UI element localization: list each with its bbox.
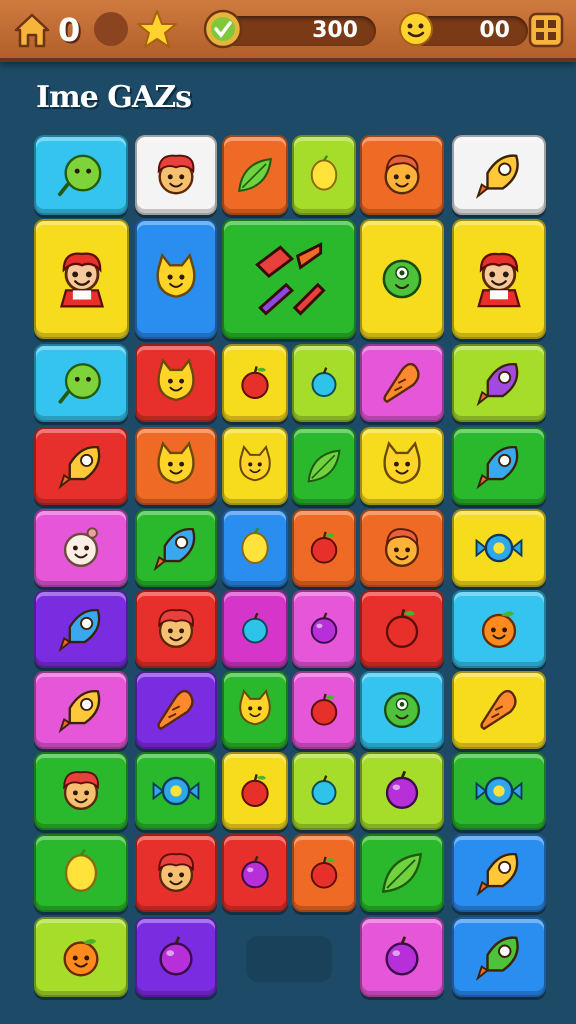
tile-yellow-cat-icon[interactable]	[135, 344, 217, 422]
tile-rocket-icon[interactable]	[452, 135, 546, 215]
tile-leaf-icon[interactable]	[292, 427, 356, 505]
tile-lime-fruit-icon[interactable]	[34, 344, 128, 422]
tile-red-creature-icon[interactable]	[34, 752, 128, 830]
tile-green-monster-icon[interactable]	[360, 671, 444, 749]
tile-apple-icon[interactable]	[360, 590, 444, 668]
tile-carrot-icon[interactable]	[135, 671, 217, 749]
tile-apple-icon[interactable]	[222, 344, 288, 422]
tile-orange-creature-icon[interactable]	[360, 509, 444, 587]
tile-tools-pack-icon[interactable]	[222, 219, 356, 339]
tile-cyan-berry-icon[interactable]	[292, 344, 356, 422]
tile-red-hero-icon[interactable]	[452, 219, 546, 339]
tile-yellow-cat-icon[interactable]	[135, 219, 217, 339]
tile-apple-icon[interactable]	[292, 671, 356, 749]
tile-purple-berry-icon[interactable]	[135, 917, 217, 997]
tile-candy-icon[interactable]	[452, 509, 546, 587]
tile-yellow-cat-icon[interactable]	[135, 427, 217, 505]
tile-purple-berry-icon[interactable]	[360, 917, 444, 997]
tile-white-bun-icon[interactable]	[34, 509, 128, 587]
tile-rocket-icon[interactable]	[452, 834, 546, 912]
tile-blue-rocket-icon[interactable]	[452, 427, 546, 505]
tile-candy-icon[interactable]	[452, 752, 546, 830]
tile-purple-berry-icon[interactable]	[360, 752, 444, 830]
tile-purple-berry-icon[interactable]	[292, 590, 356, 668]
tile-leaf-icon[interactable]	[360, 834, 444, 912]
tile-apple-icon[interactable]	[292, 509, 356, 587]
tile-lemon-icon[interactable]	[34, 834, 128, 912]
tile-purple-berry-icon[interactable]	[222, 834, 288, 912]
tile-blue-rocket-icon[interactable]	[135, 509, 217, 587]
empty-cell-shadow	[246, 936, 332, 982]
tile-lemon-icon[interactable]	[292, 135, 356, 215]
tile-yellow-cat-icon[interactable]	[222, 427, 288, 505]
tile-red-creature-icon[interactable]	[135, 135, 217, 215]
tile-red-creature-icon[interactable]	[135, 834, 217, 912]
tile-purple-rocket-icon[interactable]	[452, 344, 546, 422]
tile-lemon-icon[interactable]	[222, 509, 288, 587]
tile-carrot-icon[interactable]	[360, 344, 444, 422]
tile-yellow-cat-icon[interactable]	[222, 671, 288, 749]
tile-cyan-berry-icon[interactable]	[222, 590, 288, 668]
tile-orange-fruit-icon[interactable]	[34, 917, 128, 997]
tile-red-creature-icon[interactable]	[135, 590, 217, 668]
tile-carrot-icon[interactable]	[452, 671, 546, 749]
tile-leaf-icon[interactable]	[222, 135, 288, 215]
tile-orange-fruit-icon[interactable]	[452, 590, 546, 668]
tile-cyan-berry-icon[interactable]	[292, 752, 356, 830]
tile-blue-rocket-icon[interactable]	[34, 590, 128, 668]
tile-orange-creature-icon[interactable]	[360, 135, 444, 215]
tile-red-hero-icon[interactable]	[34, 219, 129, 339]
tile-yellow-cat-icon[interactable]	[360, 427, 444, 505]
game-board	[0, 0, 576, 1024]
tile-apple-icon[interactable]	[222, 752, 288, 830]
tile-apple-icon[interactable]	[292, 834, 356, 912]
tile-rocket-icon[interactable]	[34, 671, 128, 749]
tile-rocket-icon[interactable]	[34, 427, 128, 505]
tile-lime-fruit-icon[interactable]	[34, 135, 128, 215]
tile-green-monster-icon[interactable]	[360, 219, 444, 339]
tile-green-rocket-icon[interactable]	[452, 917, 546, 997]
tile-candy-icon[interactable]	[135, 752, 217, 830]
